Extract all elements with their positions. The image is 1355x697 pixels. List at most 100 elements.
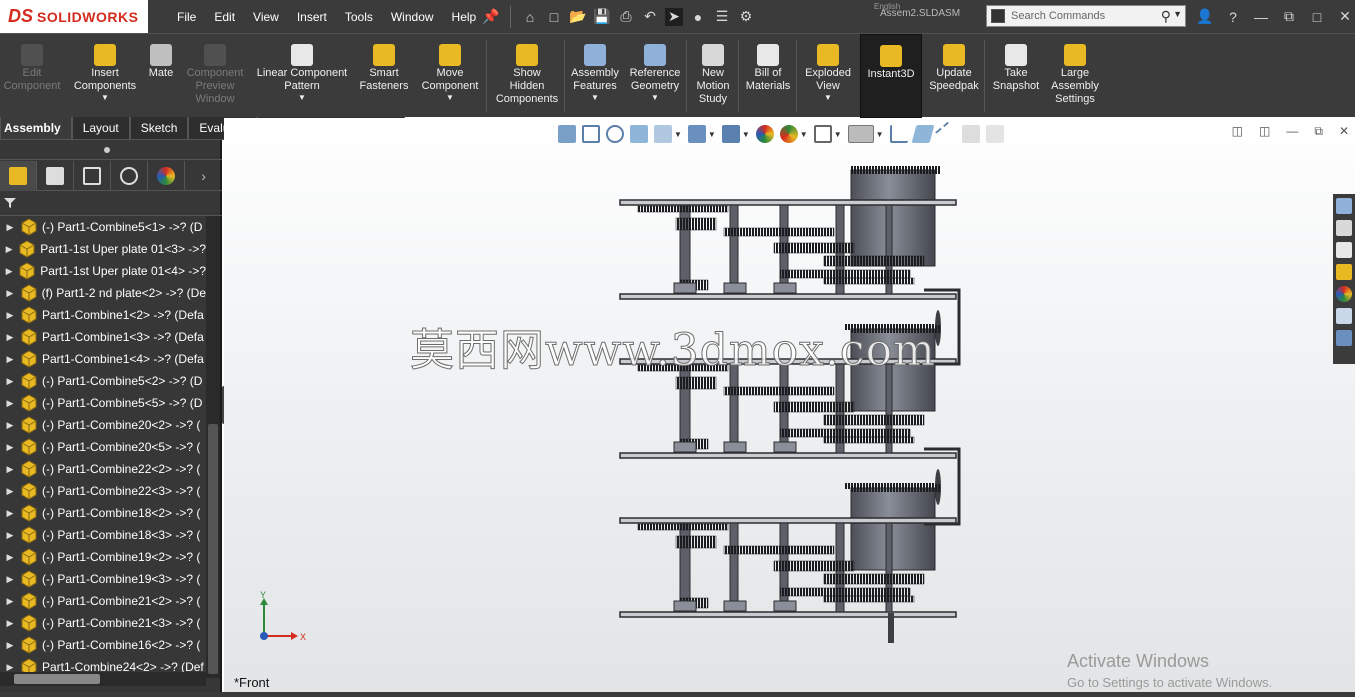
command-snapshot-camera-button[interactable]: Take Snapshot [986,34,1046,118]
scrollbar-thumb[interactable] [14,674,100,684]
command-exploded-view-button[interactable]: Exploded View ▼ [798,34,858,118]
menu-item-edit[interactable]: Edit [205,10,244,24]
print-icon[interactable]: ⎙ [617,8,635,26]
expand-arrow-icon[interactable]: ▶ [0,508,20,519]
tree-horizontal-scrollbar[interactable] [0,672,206,686]
traffic-light-icon[interactable]: ● [689,8,707,26]
more-tabs-tab[interactable]: › [185,161,222,191]
chevron-down-icon[interactable]: ▼ [101,93,109,103]
open-folder-icon[interactable]: 📂 [569,8,587,26]
command-mate-paperclip-button[interactable]: Mate [144,34,178,118]
command-bill-of-materials-button[interactable]: Bill of Materials [740,34,796,118]
feature-tree-item[interactable]: ▶ (-) Part1-Combine16<2> ->? ( [0,634,206,656]
expand-arrow-icon[interactable]: ▶ [0,420,20,431]
expand-arrow-icon[interactable]: ▶ [0,552,20,563]
command-assembly-features-button[interactable]: Assembly Features ▼ [566,34,624,118]
menu-item-help[interactable]: Help [443,10,486,24]
feature-tree-item[interactable]: ▶ (-) Part1-Combine5<5> ->? (D [0,392,206,414]
expand-arrow-icon[interactable]: ▶ [0,662,20,673]
chevron-down-icon[interactable]: ▼ [824,93,832,103]
command-show-hidden-button[interactable]: Show Hidden Components [488,34,566,118]
maximize-icon[interactable]: □ [1308,8,1326,26]
expand-arrow-icon[interactable]: ▶ [0,596,20,607]
feature-tree-item[interactable]: ▶ (-) Part1-Combine20<2> ->? ( [0,414,206,436]
options-gear-icon[interactable]: ⚙ [737,8,755,26]
feature-tree-item[interactable]: ▶ Part1-1st Uper plate 01<4> ->? [0,260,206,282]
new-document-icon[interactable]: □ [545,8,563,26]
chevron-down-icon[interactable]: ▼ [651,93,659,103]
feature-tree-item[interactable]: ▶ (-) Part1-Combine19<3> ->? ( [0,568,206,590]
expand-arrow-icon[interactable]: ▶ [0,376,20,387]
search-commands-input[interactable]: Search Commands ⚲ ▼ [986,5,1186,27]
save-icon[interactable]: 💾 [593,8,611,26]
tab-layout[interactable]: Layout [71,117,130,140]
menu-item-window[interactable]: Window [382,10,443,24]
feature-tree-item[interactable]: ▶ (-) Part1-Combine22<2> ->? ( [0,458,206,480]
feature-tree-item[interactable]: ▶ Part1-1st Uper plate 01<3> ->? [0,238,206,260]
display-manager-tab[interactable] [148,161,186,191]
pin-icon[interactable]: 📌 [482,8,500,26]
expand-arrow-icon[interactable]: ▶ [0,332,20,343]
chevron-down-icon[interactable]: ▼ [446,93,454,103]
restore-icon[interactable]: ⧉ [1280,8,1298,26]
feature-tree-item[interactable]: ▶ (-) Part1-Combine18<3> ->? ( [0,524,206,546]
menu-item-view[interactable]: View [244,10,288,24]
graphics-area[interactable]: ▼ ▼ ▼ ▼ ▼ ▼ ◫ ◫ — ⧉ ✕ 莫西网www.3dmox.com Y… [224,118,1355,697]
feature-tree-item[interactable]: ▶ (-) Part1-Combine19<2> ->? ( [0,546,206,568]
expand-arrow-icon[interactable]: ▶ [0,640,20,651]
command-instant3d-button[interactable]: Instant3D [860,34,922,118]
expand-arrow-icon[interactable]: ▶ [0,442,20,453]
command-component-preview-button[interactable]: Component Preview Window [182,34,248,118]
command-reference-geometry-button[interactable]: Reference Geometry ▼ [624,34,686,118]
feature-tree-item[interactable]: ▶ (-) Part1-Combine5<1> ->? (D [0,216,206,238]
feature-tree-tab[interactable] [0,161,38,191]
tab-assembly[interactable]: Assembly [0,117,72,140]
file-properties-icon[interactable]: ☰ [713,8,731,26]
tree-vertical-scrollbar[interactable] [206,216,220,678]
expand-arrow-icon[interactable]: ▶ [0,618,20,629]
menu-item-tools[interactable]: Tools [336,10,382,24]
expand-arrow-icon[interactable]: ▶ [0,574,20,585]
expand-arrow-icon[interactable]: ▶ [0,486,20,497]
feature-tree-item[interactable]: ▶ (-) Part1-Combine20<5> ->? ( [0,436,206,458]
expand-arrow-icon[interactable]: ▶ [0,354,20,365]
solidworks-logo[interactable]: DS SOLIDWORKS [0,0,148,33]
expand-arrow-icon[interactable]: ▶ [0,464,20,475]
undo-icon[interactable]: ↶ [641,8,659,26]
feature-tree-item[interactable]: ▶ (-) Part1-Combine21<3> ->? ( [0,612,206,634]
feature-tree-item[interactable]: ▶ Part1-Combine1<4> ->? (Defa [0,348,206,370]
feature-tree-item[interactable]: ▶ (-) Part1-Combine18<2> ->? ( [0,502,206,524]
menu-item-file[interactable]: File [168,10,205,24]
chevron-down-icon[interactable]: ▼ [591,93,599,103]
feature-tree-item[interactable]: ▶ Part1-Combine1<3> ->? (Defa [0,326,206,348]
close-icon[interactable]: ✕ [1336,8,1354,26]
chevron-down-icon[interactable]: ▼ [1173,9,1182,19]
expand-arrow-icon[interactable]: ▶ [0,530,20,541]
feature-tree-item[interactable]: ▶ (f) Part1-2 nd plate<2> ->? (De [0,282,206,304]
command-smart-fasteners-button[interactable]: Smart Fasteners [356,34,412,118]
feature-tree-item[interactable]: ▶ (-) Part1-Combine21<2> ->? ( [0,590,206,612]
home-icon[interactable]: ⌂ [521,8,539,26]
expand-arrow-icon[interactable]: ▶ [0,266,18,277]
configuration-manager-tab[interactable] [74,161,112,191]
expand-arrow-icon[interactable]: ▶ [0,398,20,409]
chevron-down-icon[interactable]: ▼ [298,93,306,103]
help-icon[interactable]: ? [1224,8,1242,26]
expand-arrow-icon[interactable]: ▶ [0,288,20,299]
expand-arrow-icon[interactable]: ▶ [0,310,20,321]
search-icon[interactable]: ⚲ [1161,8,1171,25]
feature-tree-item[interactable]: ▶ (-) Part1-Combine5<2> ->? (D [0,370,206,392]
property-manager-tab[interactable] [37,161,75,191]
panel-handle[interactable] [0,140,222,160]
command-speedpak-button[interactable]: Update Speedpak [922,34,986,118]
minimize-icon[interactable]: — [1252,8,1270,26]
dimxpert-tab[interactable] [111,161,149,191]
scrollbar-thumb[interactable] [208,424,218,674]
menu-item-insert[interactable]: Insert [288,10,336,24]
command-motion-study-button[interactable]: New Motion Study [688,34,738,118]
tab-sketch[interactable]: Sketch [129,117,189,140]
expand-arrow-icon[interactable]: ▶ [0,244,18,255]
command-linear-pattern-button[interactable]: Linear Component Pattern ▼ [250,34,354,118]
command-edit-component-button[interactable]: Edit Component [0,34,64,118]
command-insert-components-button[interactable]: Insert Components ▼ [68,34,142,118]
